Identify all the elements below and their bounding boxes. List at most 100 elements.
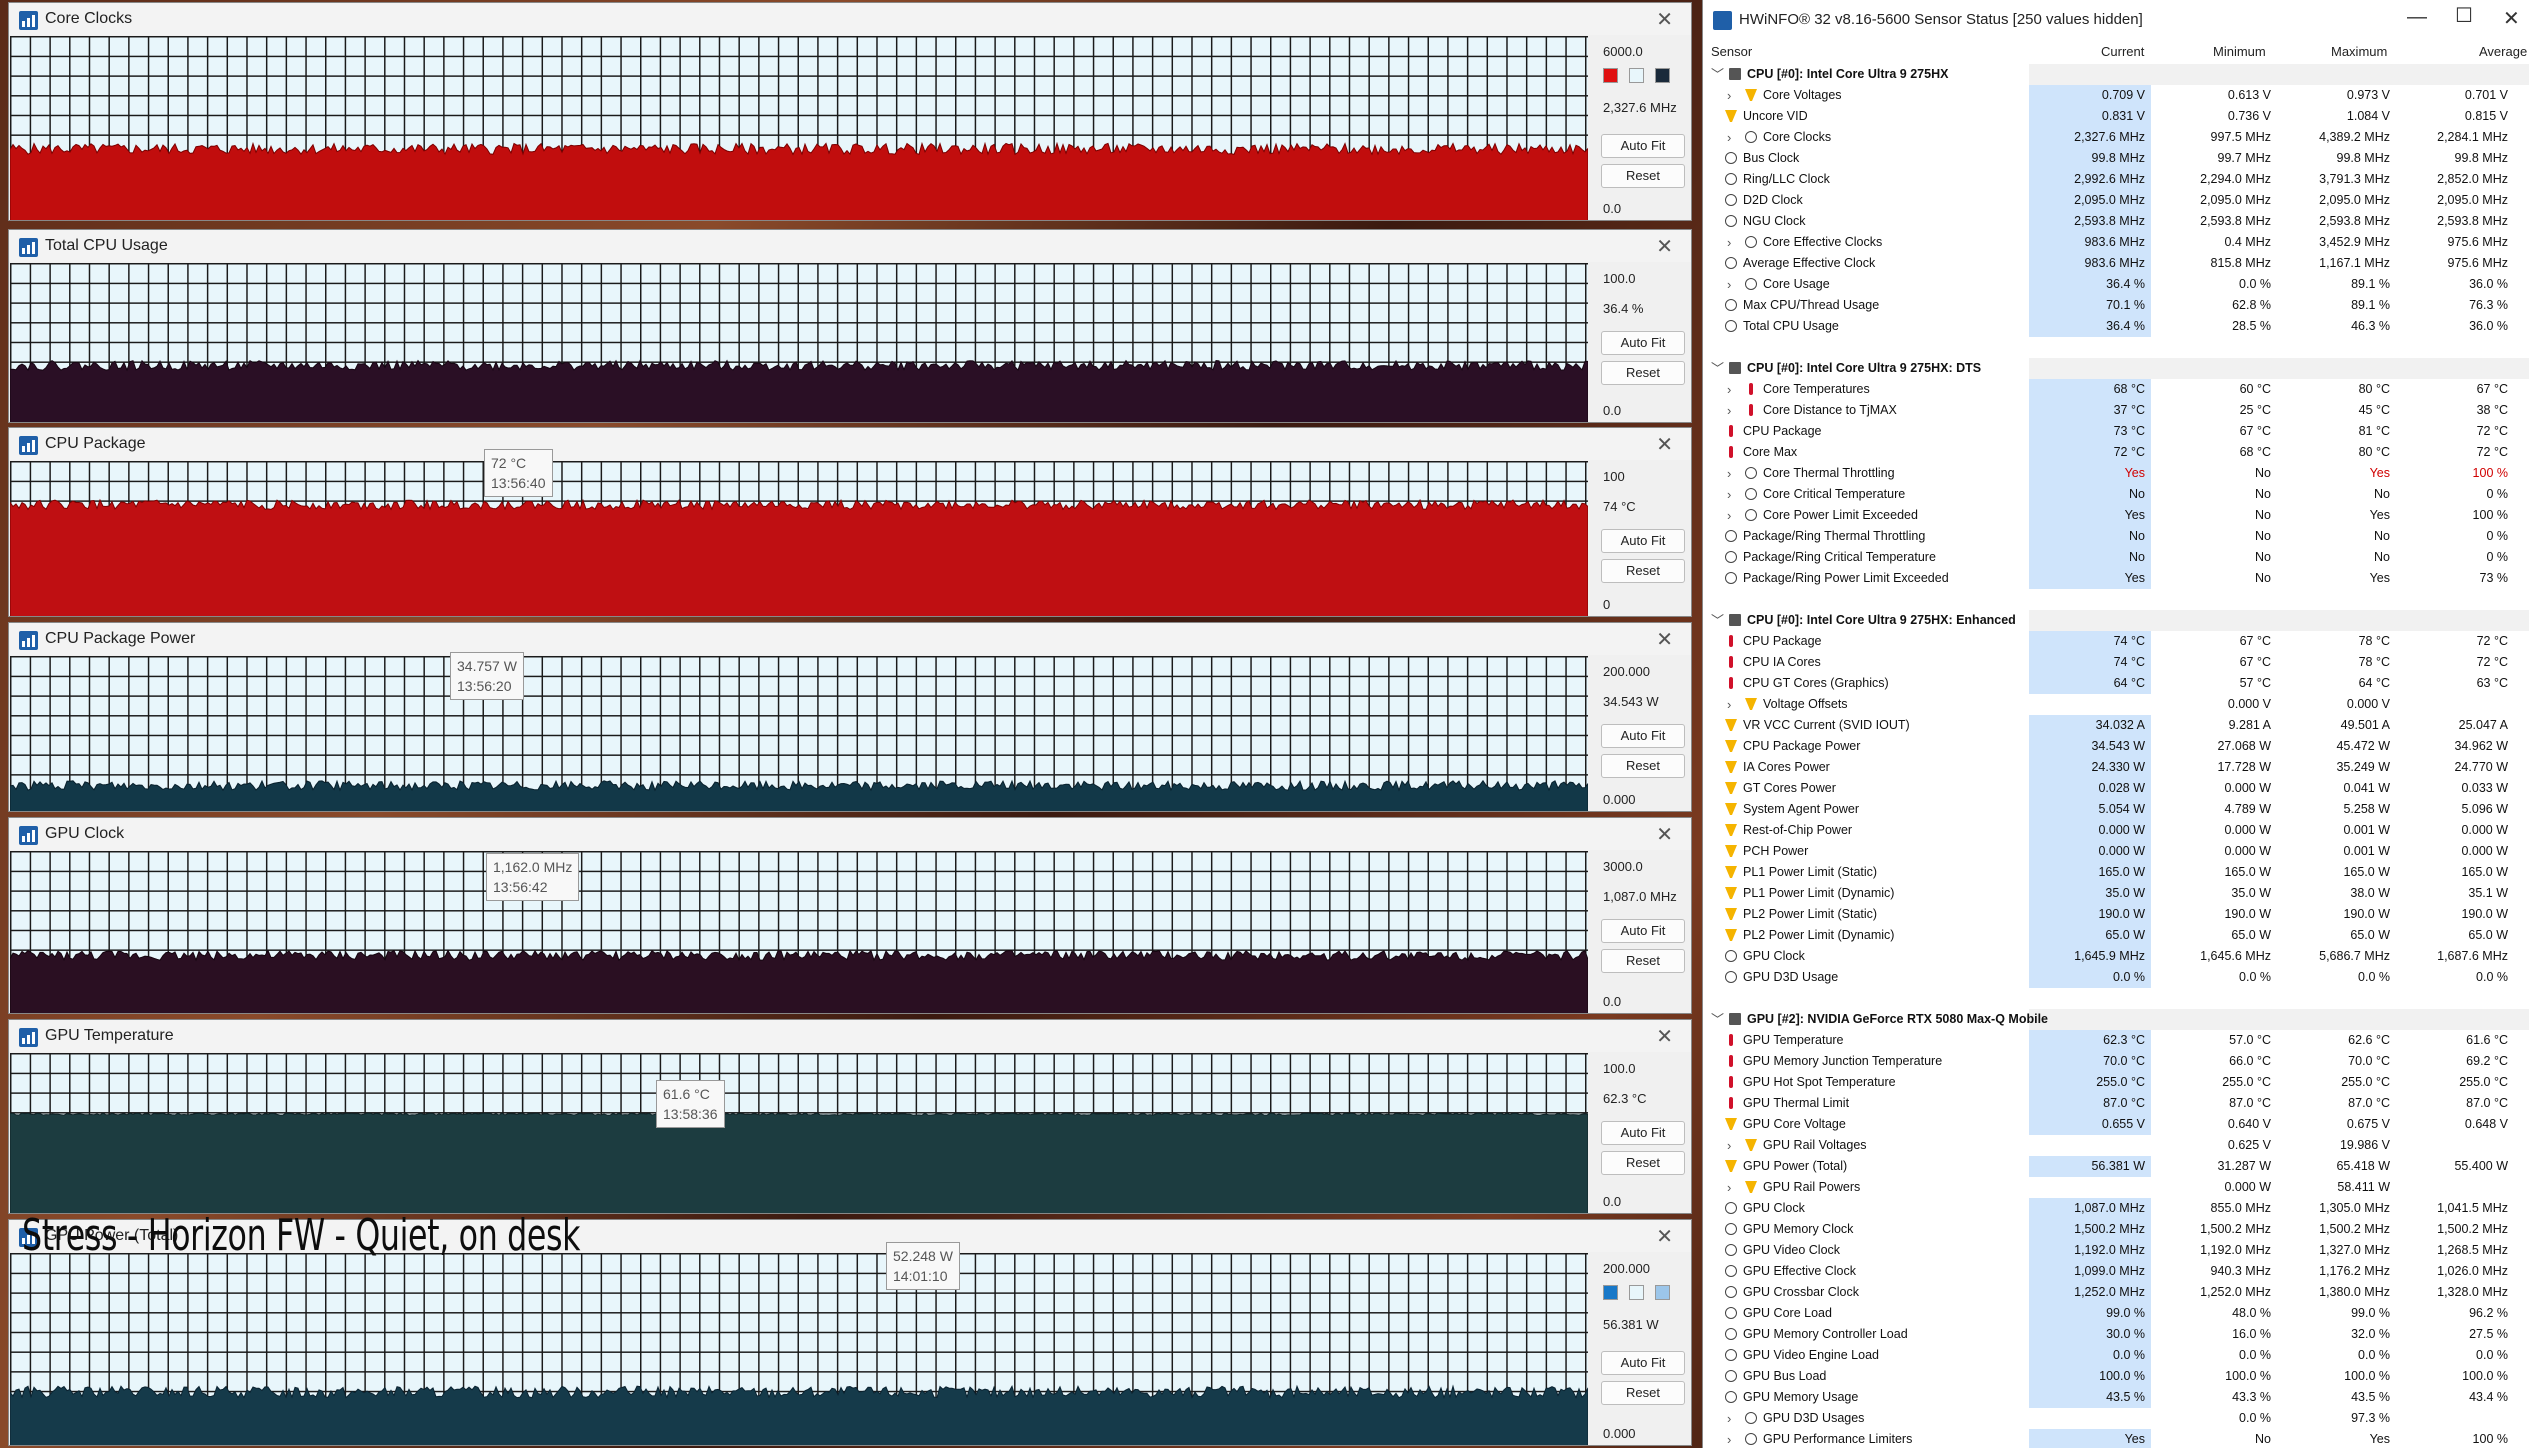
auto-fit-button[interactable]: Auto Fit xyxy=(1601,724,1685,748)
sensor-group-header[interactable]: ﹀ CPU [#0]: Intel Core Ultra 9 275HX xyxy=(1703,64,2537,85)
reset-button[interactable]: Reset xyxy=(1601,949,1685,973)
sensor-row[interactable]: Core Max 72 °C 68 °C 80 °C 72 °C xyxy=(1703,442,2537,463)
expand-chevron-icon[interactable]: › xyxy=(1727,1135,1731,1156)
sensor-row[interactable]: › Core Critical Temperature No No No 0 % xyxy=(1703,484,2537,505)
sensor-group-header[interactable]: ﹀ GPU [#2]: NVIDIA GeForce RTX 5080 Max-Q… xyxy=(1703,1009,2537,1030)
sensor-row[interactable]: › GPU Performance Limiters Yes No Yes 100 % xyxy=(1703,1429,2537,1448)
sensor-row[interactable]: IA Cores Power 24.330 W 17.728 W 35.249 W 24… xyxy=(1703,757,2537,778)
sensor-row[interactable]: PL1 Power Limit (Static) 165.0 W 165.0 W 16… xyxy=(1703,862,2537,883)
expand-chevron-icon[interactable]: › xyxy=(1727,127,1731,148)
sensor-row[interactable]: GPU Memory Junction Temperature 70.0 °C 66… xyxy=(1703,1051,2537,1072)
sensor-row[interactable]: › Core Usage 36.4 % 0.0 % 89.1 % 36.0 % xyxy=(1703,274,2537,295)
auto-fit-button[interactable]: Auto Fit xyxy=(1601,1121,1685,1145)
sensor-row[interactable]: › Core Power Limit Exceeded Yes No Yes 100 % xyxy=(1703,505,2537,526)
sensor-row[interactable]: GPU Thermal Limit 87.0 °C 87.0 °C 87.0 °C 87… xyxy=(1703,1093,2537,1114)
close-icon[interactable]: ✕ xyxy=(1656,7,1673,32)
sensor-row[interactable]: Average Effective Clock 983.6 MHz 815.8 MH… xyxy=(1703,253,2537,274)
graph-title-bar[interactable]: Core Clocks ✕ xyxy=(9,3,1691,35)
sensor-row[interactable]: › GPU Rail Voltages 0.625 V 19.986 V xyxy=(1703,1135,2537,1156)
sensor-row[interactable]: VR VCC Current (SVID IOUT) 34.032 A 9.281 … xyxy=(1703,715,2537,736)
expand-chevron-icon[interactable]: › xyxy=(1727,1429,1731,1448)
sensor-row[interactable]: NGU Clock 2,593.8 MHz 2,593.8 MHz 2,593.8 M… xyxy=(1703,211,2537,232)
expand-chevron-icon[interactable]: › xyxy=(1727,274,1731,295)
sensor-row[interactable]: GPU Memory Controller Load 30.0 % 16.0 % 32… xyxy=(1703,1324,2537,1345)
color-swatch[interactable] xyxy=(1603,68,1618,83)
expand-chevron-icon[interactable]: › xyxy=(1727,85,1731,106)
expand-chevron-icon[interactable]: › xyxy=(1727,379,1731,400)
column-sensor[interactable]: Sensor xyxy=(1711,44,1752,59)
color-swatch[interactable] xyxy=(1655,1285,1670,1300)
sensor-row[interactable]: Package/Ring Critical Temperature No No No 0… xyxy=(1703,547,2537,568)
collapse-chevron-icon[interactable]: ﹀ xyxy=(1711,64,1724,85)
close-icon[interactable]: ✕ xyxy=(1656,1024,1673,1049)
expand-chevron-icon[interactable]: › xyxy=(1727,400,1731,421)
expand-chevron-icon[interactable]: › xyxy=(1727,505,1731,526)
sensor-row[interactable]: PCH Power 0.000 W 0.000 W 0.001 W 0.000 W xyxy=(1703,841,2537,862)
sensor-row[interactable]: GPU Core Voltage 0.655 V 0.640 V 0.675 V 0.6… xyxy=(1703,1114,2537,1135)
color-swatch[interactable] xyxy=(1603,1285,1618,1300)
sensor-row[interactable]: CPU GT Cores (Graphics) 64 °C 57 °C 64 °C 63… xyxy=(1703,673,2537,694)
sensor-row[interactable]: › GPU Rail Powers 0.000 W 58.411 W xyxy=(1703,1177,2537,1198)
sensor-row[interactable]: › Core Effective Clocks 983.6 MHz 0.4 MHz 3,… xyxy=(1703,232,2537,253)
column-minimum[interactable]: Minimum xyxy=(2213,44,2266,59)
sensor-row[interactable]: Max CPU/Thread Usage 70.1 % 62.8 % 89.1 % 76… xyxy=(1703,295,2537,316)
close-icon[interactable]: ✕ xyxy=(1656,432,1673,457)
sensor-row[interactable]: GPU Effective Clock 1,099.0 MHz 940.3 MHz 1… xyxy=(1703,1261,2537,1282)
reset-button[interactable]: Reset xyxy=(1601,754,1685,778)
minimize-icon[interactable]: — xyxy=(2407,6,2427,29)
sensor-row[interactable]: CPU Package 74 °C 67 °C 78 °C 72 °C xyxy=(1703,631,2537,652)
sensor-row[interactable]: GPU Core Load 99.0 % 48.0 % 99.0 % 96.2 % xyxy=(1703,1303,2537,1324)
expand-chevron-icon[interactable]: › xyxy=(1727,484,1731,505)
graph-title-bar[interactable]: GPU Temperature ✕ xyxy=(9,1020,1691,1052)
sensor-row[interactable]: GPU Temperature 62.3 °C 57.0 °C 62.6 °C 61.6… xyxy=(1703,1030,2537,1051)
column-maximum[interactable]: Maximum xyxy=(2331,44,2387,59)
sensor-row[interactable]: Total CPU Usage 36.4 % 28.5 % 46.3 % 36.0 % xyxy=(1703,316,2537,337)
reset-button[interactable]: Reset xyxy=(1601,361,1685,385)
sensor-table-header[interactable]: Sensor Current Minimum Maximum Average xyxy=(1703,44,2537,62)
sensor-row[interactable]: System Agent Power 5.054 W 4.789 W 5.258 W 5… xyxy=(1703,799,2537,820)
graph-title-bar[interactable]: CPU Package ✕ xyxy=(9,428,1691,460)
expand-chevron-icon[interactable]: › xyxy=(1727,463,1731,484)
reset-button[interactable]: Reset xyxy=(1601,1151,1685,1175)
sensor-row[interactable]: Bus Clock 99.8 MHz 99.7 MHz 99.8 MHz 99.8 MH… xyxy=(1703,148,2537,169)
sensor-row[interactable]: Package/Ring Power Limit Exceeded Yes No Ye… xyxy=(1703,568,2537,589)
reset-button[interactable]: Reset xyxy=(1601,559,1685,583)
close-icon[interactable]: ✕ xyxy=(1656,1224,1673,1249)
expand-chevron-icon[interactable]: › xyxy=(1727,694,1731,715)
color-swatch[interactable] xyxy=(1655,68,1670,83)
collapse-chevron-icon[interactable]: ﹀ xyxy=(1711,1009,1724,1030)
hwinfo-title-bar[interactable]: HWiNFO® 32 v8.16-5600 Sensor Status [250… xyxy=(1703,0,2537,40)
auto-fit-button[interactable]: Auto Fit xyxy=(1601,331,1685,355)
close-icon[interactable]: ✕ xyxy=(1656,822,1673,847)
close-icon[interactable]: ✕ xyxy=(1656,627,1673,652)
sensor-row[interactable]: CPU IA Cores 74 °C 67 °C 78 °C 72 °C xyxy=(1703,652,2537,673)
graph-title-bar[interactable]: Total CPU Usage ✕ xyxy=(9,230,1691,262)
sensor-row[interactable]: CPU Package Power 34.543 W 27.068 W 45.472 … xyxy=(1703,736,2537,757)
sensor-row[interactable]: GPU Video Engine Load 0.0 % 0.0 % 0.0 % 0.0 … xyxy=(1703,1345,2537,1366)
sensor-row[interactable]: › Core Distance to TjMAX 37 °C 25 °C 45 °C 38… xyxy=(1703,400,2537,421)
sensor-row[interactable]: Uncore VID 0.831 V 0.736 V 1.084 V 0.815 V xyxy=(1703,106,2537,127)
sensor-row[interactable]: › Core Temperatures 68 °C 60 °C 80 °C 67 °C xyxy=(1703,379,2537,400)
sensor-row[interactable]: Package/Ring Thermal Throttling No No No 0 % xyxy=(1703,526,2537,547)
sensor-row[interactable]: › Core Voltages 0.709 V 0.613 V 0.973 V 0.701… xyxy=(1703,85,2537,106)
sensor-row[interactable]: PL2 Power Limit (Static) 190.0 W 190.0 W 19… xyxy=(1703,904,2537,925)
expand-chevron-icon[interactable]: › xyxy=(1727,1177,1731,1198)
sensor-row[interactable]: GPU Memory Usage 43.5 % 43.3 % 43.5 % 43.4 % xyxy=(1703,1387,2537,1408)
sensor-row[interactable]: GPU Bus Load 100.0 % 100.0 % 100.0 % 100.0 % xyxy=(1703,1366,2537,1387)
sensor-row[interactable]: › Core Clocks 2,327.6 MHz 997.5 MHz 4,389.2 … xyxy=(1703,127,2537,148)
sensor-row[interactable]: › GPU D3D Usages 0.0 % 97.3 % xyxy=(1703,1408,2537,1429)
sensor-group-header[interactable]: ﹀ CPU [#0]: Intel Core Ultra 9 275HX: Enh… xyxy=(1703,610,2537,631)
close-icon[interactable]: ✕ xyxy=(2503,6,2520,31)
sensor-row[interactable]: GPU Clock 1,645.9 MHz 1,645.6 MHz 5,686.7 M… xyxy=(1703,946,2537,967)
collapse-chevron-icon[interactable]: ﹀ xyxy=(1711,358,1724,379)
sensor-row[interactable]: GPU Crossbar Clock 1,252.0 MHz 1,252.0 MHz… xyxy=(1703,1282,2537,1303)
auto-fit-button[interactable]: Auto Fit xyxy=(1601,1351,1685,1375)
sensor-row[interactable]: Rest-of-Chip Power 0.000 W 0.000 W 0.001 W 0… xyxy=(1703,820,2537,841)
sensor-row[interactable]: › Core Thermal Throttling Yes No Yes 100 % xyxy=(1703,463,2537,484)
sensor-row[interactable]: GPU Power (Total) 56.381 W 31.287 W 65.418 … xyxy=(1703,1156,2537,1177)
reset-button[interactable]: Reset xyxy=(1601,1381,1685,1405)
sensor-row[interactable]: GPU Video Clock 1,192.0 MHz 1,192.0 MHz 1,3… xyxy=(1703,1240,2537,1261)
sensor-row[interactable]: PL1 Power Limit (Dynamic) 35.0 W 35.0 W 38.… xyxy=(1703,883,2537,904)
sensor-row[interactable]: GPU Memory Clock 1,500.2 MHz 1,500.2 MHz 1,… xyxy=(1703,1219,2537,1240)
column-average[interactable]: Average xyxy=(2479,44,2527,59)
